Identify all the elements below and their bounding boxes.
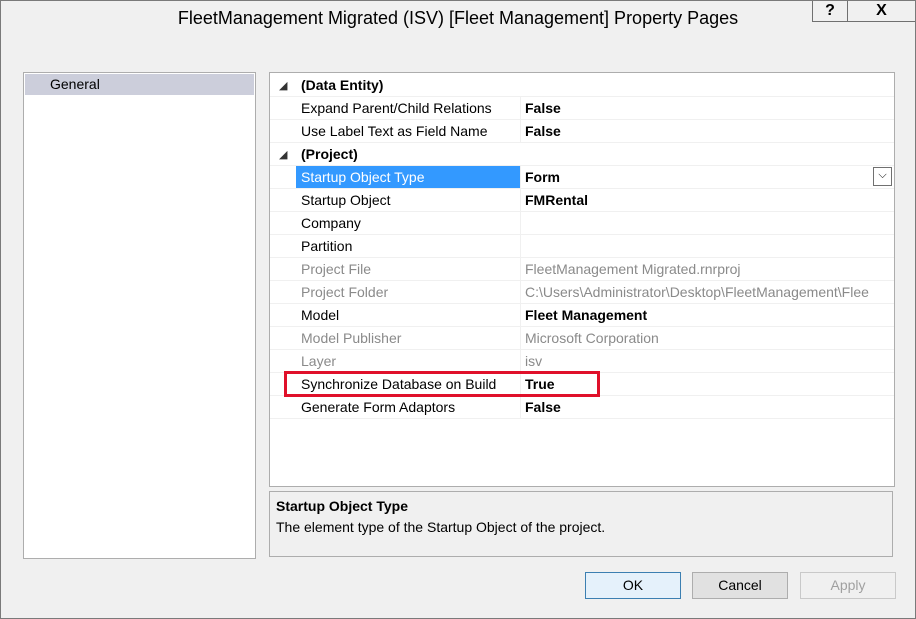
row-gutter — [270, 258, 296, 280]
property-value[interactable] — [520, 235, 894, 257]
row-gutter — [270, 396, 296, 418]
property-value — [520, 143, 894, 165]
property-value[interactable]: False — [520, 120, 894, 142]
property-name: Model — [301, 307, 340, 323]
row-gutter — [270, 189, 296, 211]
apply-button[interactable]: Apply — [800, 572, 896, 599]
property-value[interactable]: False — [520, 396, 894, 418]
description-title: Startup Object Type — [276, 498, 408, 514]
property-row-layer[interactable]: Layer isv — [270, 350, 894, 373]
row-gutter — [270, 166, 296, 188]
property-value — [520, 74, 894, 96]
chevron-down-icon[interactable]: ⌵ — [873, 167, 892, 186]
property-name: (Data Entity) — [301, 77, 384, 93]
property-value[interactable] — [520, 212, 894, 234]
row-gutter — [270, 97, 296, 119]
title-bar: FleetManagement Migrated (ISV) [Fleet Ma… — [0, 0, 916, 38]
row-gutter — [270, 235, 296, 257]
property-row-use-label-text-as-field-name[interactable]: Use Label Text as Field Name False — [270, 120, 894, 143]
close-button[interactable]: X — [847, 0, 916, 22]
row-gutter — [270, 327, 296, 349]
property-value[interactable]: Form — [520, 166, 894, 188]
property-name: Startup Object — [301, 192, 391, 208]
cancel-button[interactable]: Cancel — [692, 572, 788, 599]
description-text: The element type of the Startup Object o… — [276, 519, 606, 535]
property-value[interactable]: False — [520, 97, 894, 119]
property-grid: ◢ (Data Entity) Expand Parent/Child Relati… — [269, 72, 895, 487]
property-value[interactable]: Fleet Management — [520, 304, 894, 326]
property-value[interactable]: C:\Users\Administrator\Desktop\FleetMana… — [520, 281, 894, 303]
category-project[interactable]: ◢ (Project) — [270, 143, 894, 166]
property-name: Layer — [301, 353, 337, 369]
ok-button[interactable]: OK — [585, 572, 681, 599]
row-gutter — [270, 120, 296, 142]
window-title: FleetManagement Migrated (ISV) [Fleet Ma… — [177, 8, 739, 28]
property-row-startup-object[interactable]: Startup Object FMRental — [270, 189, 894, 212]
row-gutter — [270, 304, 296, 326]
nav-item-general[interactable]: General — [25, 74, 254, 95]
property-name: Use Label Text as Field Name — [301, 123, 488, 139]
property-row-partition[interactable]: Partition — [270, 235, 894, 258]
property-name: Startup Object Type — [296, 166, 520, 188]
row-gutter — [270, 350, 296, 372]
description-panel: Startup Object Type The element type of … — [269, 491, 893, 557]
property-name: Company — [301, 215, 361, 231]
category-data-entity[interactable]: ◢ (Data Entity) — [270, 74, 894, 97]
property-row-expand-parent-child-relations[interactable]: Expand Parent/Child Relations False — [270, 97, 894, 120]
property-value[interactable]: True — [520, 373, 894, 395]
property-name: Partition — [301, 238, 353, 254]
property-row-model[interactable]: Model Fleet Management — [270, 304, 894, 327]
property-row-generate-form-adaptors[interactable]: Generate Form Adaptors False — [270, 396, 894, 419]
property-row-model-publisher[interactable]: Model Publisher Microsoft Corporation — [270, 327, 894, 350]
property-name: Project File — [301, 261, 372, 277]
collapse-icon[interactable]: ◢ — [279, 79, 287, 92]
property-name: Expand Parent/Child Relations — [301, 100, 492, 116]
property-value[interactable]: isv — [520, 350, 894, 372]
row-gutter — [270, 281, 296, 303]
property-row-synchronize-database-on-build[interactable]: Synchronize Database on Build True — [270, 373, 894, 396]
property-value[interactable]: FleetManagement Migrated.rnrproj — [520, 258, 894, 280]
property-name: (Project) — [301, 146, 358, 162]
property-row-project-folder[interactable]: Project Folder C:\Users\Administrator\Des… — [270, 281, 894, 304]
property-name: Project Folder — [301, 284, 389, 300]
property-value[interactable]: Microsoft Corporation — [520, 327, 894, 349]
property-value[interactable]: FMRental — [520, 189, 894, 211]
navigation-pane: General — [23, 72, 256, 559]
help-button[interactable]: ? — [812, 0, 848, 22]
collapse-icon[interactable]: ◢ — [279, 148, 287, 161]
row-gutter — [270, 373, 296, 395]
property-name: Model Publisher — [301, 330, 402, 346]
property-name: Synchronize Database on Build — [301, 376, 497, 392]
property-row-startup-object-type[interactable]: Startup Object Type Form ⌵ — [270, 166, 894, 189]
row-gutter — [270, 212, 296, 234]
nav-item-label: General — [50, 76, 100, 92]
property-row-project-file[interactable]: Project File FleetManagement Migrated.rnr… — [270, 258, 894, 281]
property-row-company[interactable]: Company — [270, 212, 894, 235]
property-name: Generate Form Adaptors — [301, 399, 456, 415]
